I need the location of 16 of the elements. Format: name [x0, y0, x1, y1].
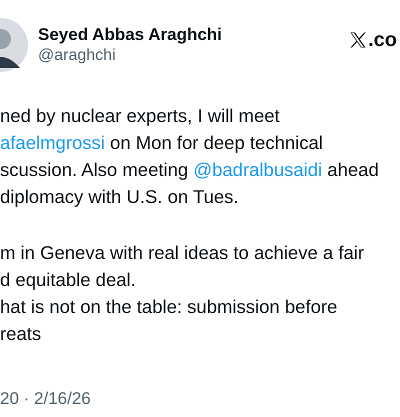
tweet-text: diplomacy with U.S. on Tues.: [0, 186, 239, 207]
tweet-text: ned by nuclear experts, I will meet: [0, 105, 280, 126]
tweet-text: d equitable deal.: [0, 269, 136, 290]
x-logo-icon: [348, 30, 368, 50]
mention-link[interactable]: @badralbusaidi: [193, 159, 322, 180]
tweet-text: hat is not on the table: submission before: [0, 296, 338, 317]
tweet-text: on Mon for deep technical: [109, 132, 323, 153]
author-handle: @araghchi: [38, 47, 117, 65]
tweet-text: m in Geneva with real ideas to achieve a fair: [0, 242, 364, 263]
tweet-text: ahead: [326, 159, 379, 180]
source-label: .co: [368, 28, 397, 52]
tweet-text: scussion. Also meeting: [0, 159, 190, 180]
author-name: Seyed Abbas Araghchi: [38, 25, 222, 45]
mention-link[interactable]: afaelmgrossi: [0, 132, 105, 153]
tweet-text: reats: [0, 323, 42, 344]
tweet-timestamp: 20 · 2/16/26: [0, 389, 91, 409]
